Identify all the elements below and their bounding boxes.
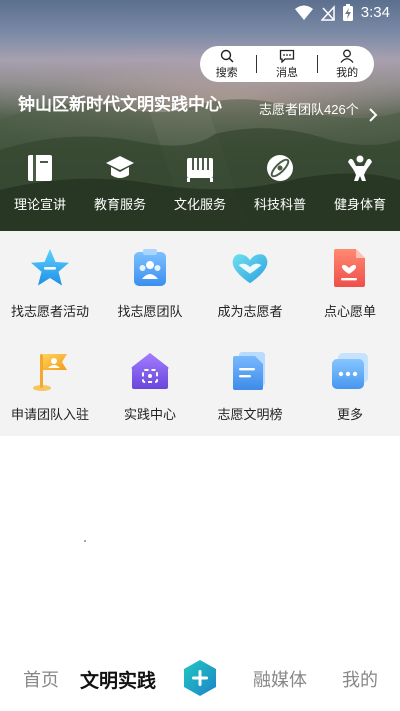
grid-label: 点心愿单 [323, 304, 376, 319]
category-label: 教育服务 [93, 197, 146, 212]
messages-button[interactable]: 消息 [263, 49, 311, 80]
more-icon [332, 353, 368, 389]
message-icon [279, 49, 295, 63]
chevron-right-icon[interactable] [368, 107, 378, 123]
category-label: 健身体育 [333, 197, 386, 212]
wifi-icon [294, 5, 313, 20]
fitness-icon [348, 155, 372, 181]
practice-center-button[interactable]: 实践中心 [100, 350, 200, 423]
grid-label: 志愿文明榜 [217, 407, 283, 422]
divider [256, 55, 258, 73]
grid-label: 申请团队入驻 [10, 407, 89, 422]
house-icon [131, 353, 169, 389]
heart-hands-icon [232, 254, 268, 284]
team-icon [134, 249, 166, 286]
civility-ranking-button[interactable]: 志愿文明榜 [200, 350, 300, 423]
status-bar: 3:34 [0, 0, 400, 28]
category-label: 科技科普 [253, 197, 306, 212]
grid-label: 更多 [336, 407, 363, 422]
profile-button[interactable]: 我的 [323, 49, 371, 80]
category-science[interactable]: 科技科普 [240, 152, 320, 213]
page-title: 钟山区新时代文明实践中心 [18, 95, 222, 114]
plus-icon[interactable] [182, 659, 218, 697]
graduation-cap-icon [106, 156, 134, 178]
category-culture[interactable]: 文化服务 [160, 152, 240, 213]
tab-mine[interactable]: 我的 [342, 666, 378, 692]
more-button[interactable]: 更多 [300, 350, 400, 423]
category-education[interactable]: 教育服务 [80, 152, 160, 213]
find-activity-button[interactable]: 找志愿者活动 [0, 247, 100, 320]
grid-label: 实践中心 [123, 407, 176, 422]
category-label: 理论宣讲 [13, 197, 66, 212]
wish-list-button[interactable]: 点心愿单 [300, 247, 400, 320]
divider [316, 55, 318, 73]
status-time: 3:34 [360, 4, 390, 21]
grid-label: 找志愿团队 [117, 304, 183, 319]
piano-icon [187, 158, 213, 182]
search-label: 搜索 [215, 66, 238, 79]
user-icon [340, 49, 354, 63]
find-team-button[interactable]: 找志愿团队 [100, 247, 200, 320]
battery-charging-icon [342, 4, 353, 21]
document-icon [233, 352, 265, 390]
notice-ticker[interactable]: 志愿者团队426个 [259, 100, 363, 120]
top-action-pill: 搜索 消息 我的 [200, 46, 374, 82]
tab-media[interactable]: 融媒体 [253, 666, 307, 692]
category-fitness[interactable]: 健身体育 [320, 152, 400, 213]
wish-list-icon [334, 249, 365, 287]
grid-label: 找志愿者活动 [10, 304, 89, 319]
flag-icon [33, 354, 67, 391]
book-icon [28, 155, 52, 181]
search-button[interactable]: 搜索 [203, 49, 251, 80]
feature-grid: 找志愿者活动 找志愿团队 成为志愿者 点心愿单 申请团队入驻 实践中心 志愿文明… [0, 231, 400, 436]
become-volunteer-button[interactable]: 成为志愿者 [200, 247, 300, 320]
no-signal-icon [320, 4, 335, 21]
apply-team-button[interactable]: 申请团队入驻 [0, 350, 100, 423]
profile-label: 我的 [336, 66, 359, 79]
grid-label: 成为志愿者 [217, 304, 283, 319]
atom-icon [267, 155, 293, 181]
feature-row: 找志愿者活动 找志愿团队 成为志愿者 点心愿单 [0, 247, 400, 320]
category-label: 文化服务 [173, 197, 226, 212]
search-icon [220, 49, 234, 63]
bottom-tab-bar: 首页 文明实践 融媒体 我的 [0, 651, 400, 711]
tab-home[interactable]: 首页 [23, 666, 59, 692]
tab-civilization-practice[interactable]: 文明实践 [80, 666, 156, 693]
blank-content-area [84, 540, 86, 542]
category-theory[interactable]: 理论宣讲 [0, 152, 80, 213]
category-nav: 理论宣讲 教育服务 文化服务 科技科普 健身体育 [0, 152, 400, 213]
feature-row: 申请团队入驻 实践中心 志愿文明榜 更多 [0, 350, 400, 423]
messages-label: 消息 [275, 66, 298, 79]
star-icon [31, 249, 69, 286]
